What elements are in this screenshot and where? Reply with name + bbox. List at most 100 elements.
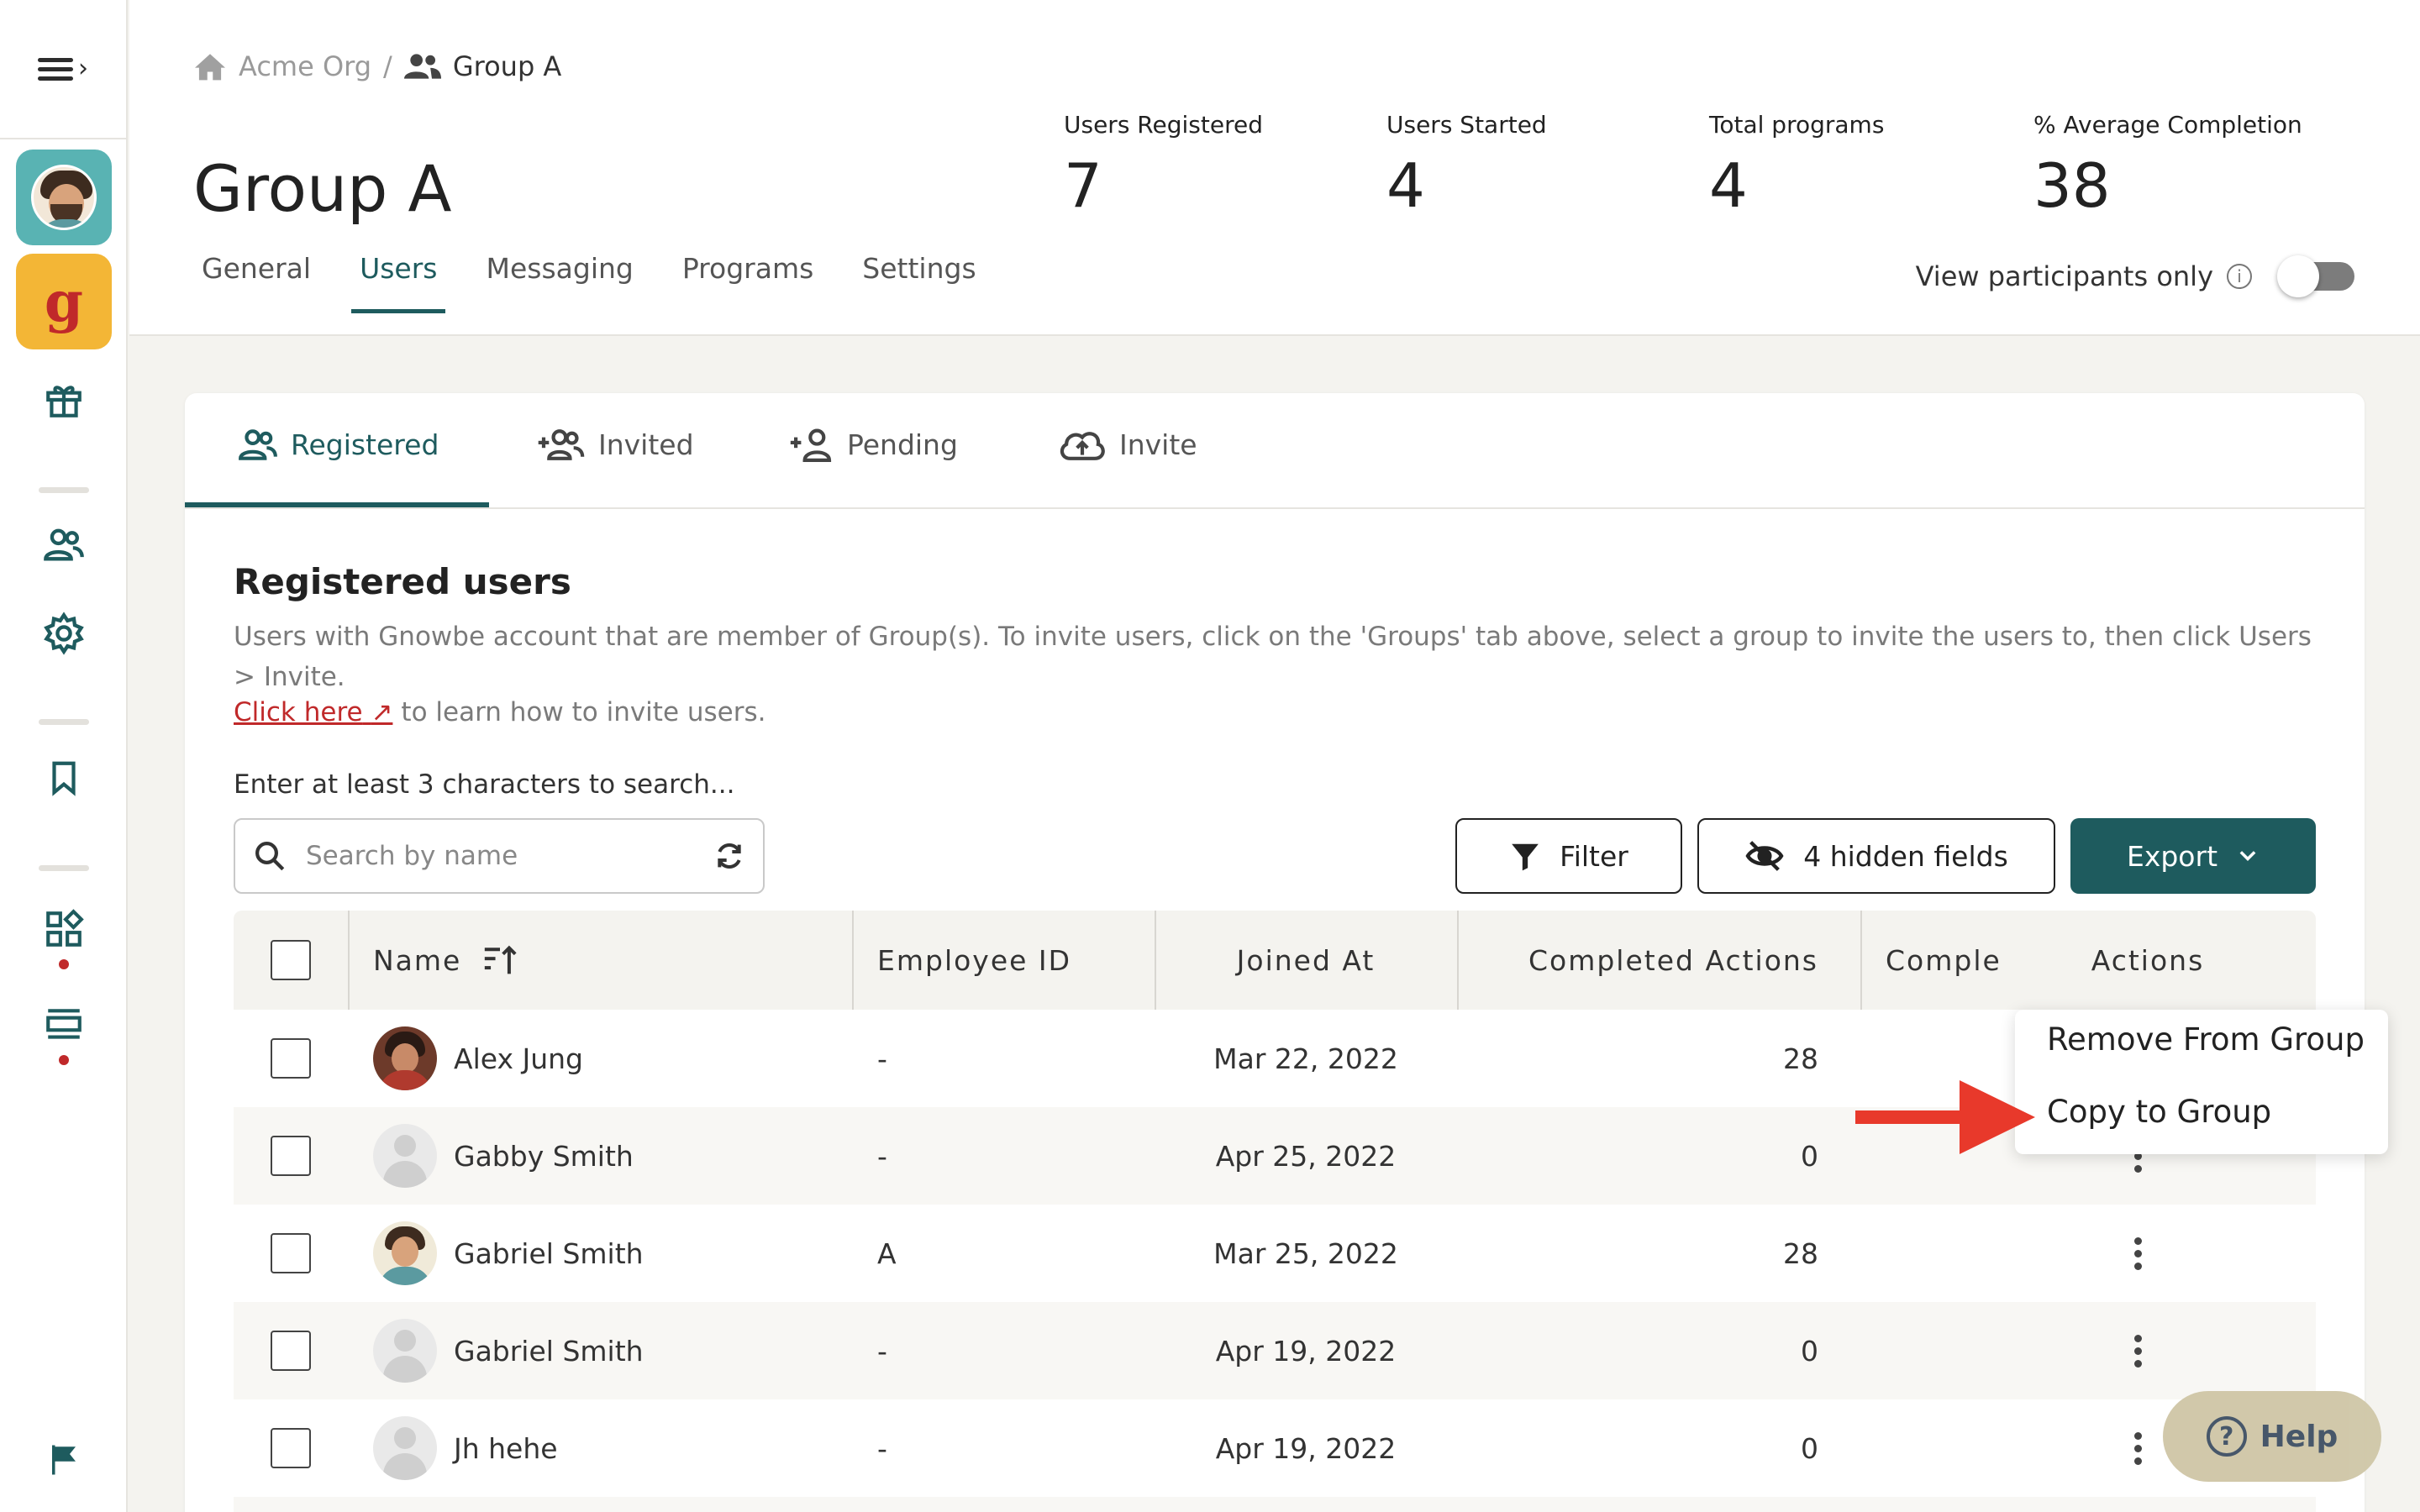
refresh-icon[interactable]	[713, 839, 746, 873]
external-link-icon: ↗	[371, 697, 393, 727]
search-input[interactable]	[306, 841, 694, 871]
filter-icon	[1512, 843, 1539, 871]
stat-users-started: Users Started 4	[1386, 111, 1547, 221]
stat-value: 4	[1709, 150, 1748, 221]
subtab-pending[interactable]: Pending	[788, 427, 958, 462]
name-cell: Jh hehe	[373, 1399, 558, 1497]
export-button[interactable]: Export	[2070, 818, 2316, 894]
view-participants-toggle-group: View participants only i	[1916, 255, 2354, 297]
page-header: Acme Org / Group A Group A Users Registe…	[129, 0, 2420, 336]
stat-average-completion: % Average Completion 38	[2033, 111, 2302, 221]
widgets-icon	[46, 909, 84, 947]
table-row[interactable]: Gabriel Smith - Apr 19, 2022 0	[234, 1302, 2316, 1399]
sidebar-item-users[interactable]	[40, 521, 87, 568]
home-icon	[195, 54, 225, 81]
column-divider	[852, 911, 854, 1010]
select-all-checkbox[interactable]	[271, 940, 311, 980]
sidebar-item-bookmarks[interactable]	[40, 754, 87, 801]
name-cell: Gabriel Smith	[373, 1205, 644, 1302]
table-row[interactable]: Jh hehe - Apr 19, 2022 0	[234, 1399, 2316, 1497]
row-checkbox[interactable]	[271, 1428, 311, 1468]
column-header-employee-id[interactable]: Employee ID	[877, 911, 1071, 1010]
breadcrumb-org-link[interactable]: Acme Org	[239, 50, 371, 82]
sidebar-item-widgets[interactable]	[40, 906, 87, 953]
tab-general[interactable]: General	[202, 252, 311, 313]
joined-at-cell: Mar 22, 2022	[1213, 1042, 1398, 1075]
active-subtab-indicator	[185, 502, 489, 507]
joined-at-cell: Apr 25, 2022	[1215, 1139, 1397, 1173]
chevron-right-icon: ›	[78, 54, 88, 83]
subtab-registered[interactable]: Registered	[237, 427, 439, 462]
column-header-joined-at[interactable]: Joined At	[1155, 911, 1457, 1010]
row-actions-cell	[2134, 1302, 2142, 1399]
sidebar-item-settings[interactable]	[40, 610, 87, 657]
filter-button-label: Filter	[1560, 839, 1628, 873]
subtab-invited[interactable]: Invited	[536, 427, 694, 462]
avatar	[373, 1026, 437, 1090]
flag-icon	[52, 1445, 76, 1475]
stat-label: % Average Completion	[2033, 111, 2302, 139]
main-tabs: General Users Messaging Programs Setting…	[202, 252, 976, 313]
table-row[interactable]: Gabriel Smith A Mar 25, 2022 28	[234, 1205, 2316, 1302]
row-select-cell	[271, 1399, 311, 1497]
user-avatar-button[interactable]	[16, 150, 112, 245]
user-name: Gabriel Smith	[454, 1334, 644, 1368]
completed-actions-cell: 28	[1783, 1236, 1818, 1270]
tab-programs[interactable]: Programs	[682, 252, 813, 313]
column-divider	[1860, 911, 1862, 1010]
sidebar-item-list[interactable]	[40, 1001, 87, 1048]
subtab-invite[interactable]: Invite	[1057, 427, 1197, 462]
menu-item-copy-to-group[interactable]: Copy to Group	[2047, 1094, 2271, 1130]
row-checkbox[interactable]	[271, 1331, 311, 1371]
table-row	[234, 1497, 2316, 1512]
column-header-completion[interactable]: Comple	[1886, 911, 2000, 1010]
more-vertical-icon[interactable]	[2134, 1236, 2142, 1270]
subtab-label: Pending	[847, 428, 958, 461]
more-vertical-icon[interactable]	[2134, 1431, 2142, 1465]
menu-item-remove-from-group[interactable]: Remove From Group	[2047, 1021, 2365, 1058]
row-select-cell	[271, 1302, 311, 1399]
sidebar-divider	[39, 719, 89, 725]
users-icon	[44, 528, 84, 561]
filter-button[interactable]: Filter	[1455, 818, 1682, 894]
help-button[interactable]: ? Help	[2163, 1391, 2381, 1482]
name-cell: Gabriel Smith	[373, 1302, 644, 1399]
tab-users[interactable]: Users	[351, 252, 446, 313]
org-logo-button[interactable]: g	[16, 254, 112, 349]
column-header-name[interactable]: Name	[373, 911, 518, 1010]
menu-icon	[38, 56, 73, 81]
row-checkbox[interactable]	[271, 1136, 311, 1176]
stat-value: 4	[1386, 150, 1425, 221]
learn-more-link[interactable]: Click here ↗	[234, 697, 392, 727]
row-select-cell	[271, 1010, 311, 1107]
learn-more-link-text: Click here	[234, 697, 363, 727]
row-checkbox[interactable]	[271, 1233, 311, 1273]
column-header-completed-actions[interactable]: Completed Actions	[1457, 911, 1844, 1010]
gift-icon	[46, 386, 82, 417]
joined-at-cell: Apr 19, 2022	[1215, 1431, 1397, 1465]
notification-dot	[59, 1055, 69, 1065]
section-title: Registered users	[234, 561, 571, 602]
view-participants-switch[interactable]	[2277, 255, 2354, 297]
tab-messaging[interactable]: Messaging	[486, 252, 633, 313]
subtab-label: Invite	[1119, 428, 1197, 461]
stat-total-programs: Total programs 4	[1709, 111, 1884, 221]
breadcrumb: Acme Org / Group A	[193, 50, 561, 82]
employee-id-cell: -	[877, 1139, 887, 1173]
cloud-upload-icon	[1060, 432, 1105, 460]
users-card: Registered Invited Pending Invite Regist…	[185, 393, 2365, 1512]
subtab-label: Invited	[598, 428, 694, 461]
row-select-cell	[271, 1107, 311, 1205]
menu-toggle-button[interactable]: ›	[38, 56, 88, 81]
sidebar-item-rewards[interactable]	[40, 376, 87, 423]
hidden-fields-button[interactable]: 4 hidden fields	[1697, 818, 2055, 894]
user-name: Alex Jung	[454, 1042, 583, 1075]
info-icon[interactable]: i	[2227, 264, 2252, 289]
employee-id-cell: -	[877, 1431, 887, 1465]
notification-dot	[59, 959, 69, 969]
sidebar-item-flag[interactable]	[40, 1436, 87, 1483]
row-checkbox[interactable]	[271, 1038, 311, 1079]
tab-settings[interactable]: Settings	[862, 252, 976, 313]
more-vertical-icon[interactable]	[2134, 1334, 2142, 1368]
user-name: Gabriel Smith	[454, 1236, 644, 1270]
